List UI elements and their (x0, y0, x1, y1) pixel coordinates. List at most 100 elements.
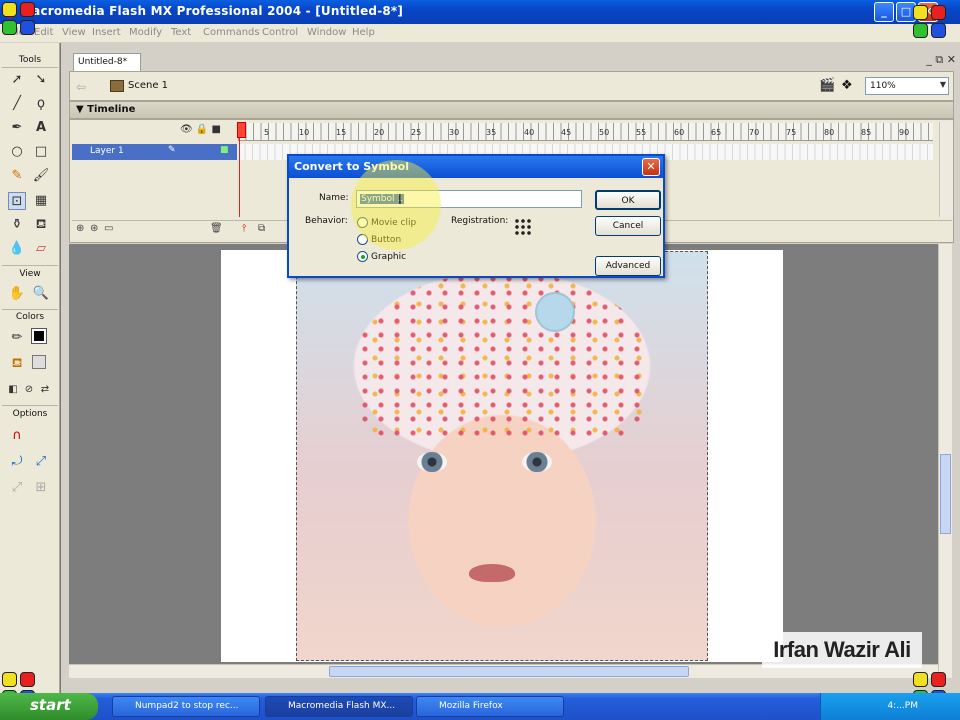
view-header: View (19, 269, 41, 279)
menu-window[interactable]: Window (307, 27, 346, 38)
snap-magnet-icon[interactable]: ∩ (8, 427, 26, 445)
document-tab[interactable]: Untitled-8* (73, 53, 141, 71)
radio-button[interactable]: Button (357, 234, 437, 248)
menu-control[interactable]: Control (262, 27, 298, 38)
add-motion-guide-icon[interactable]: ⊛ (90, 223, 98, 234)
tools-divider (2, 67, 58, 68)
name-label: Name: (319, 193, 349, 203)
timeline-label: Timeline (87, 104, 136, 115)
rectangle-tool-icon[interactable]: □ (32, 143, 50, 161)
eyedropper-tool-icon[interactable]: 💧 (8, 240, 26, 258)
advanced-button[interactable]: Advanced (595, 256, 661, 276)
menu-insert[interactable]: Insert (92, 27, 121, 38)
dialog-title: Convert to Symbol (289, 156, 663, 178)
minimize-button[interactable]: _ (874, 2, 894, 22)
dialog-close-button[interactable]: ✕ (642, 158, 660, 176)
zoom-tool-icon[interactable]: 🔍 (32, 285, 50, 303)
scene-clapper-icon (110, 80, 124, 92)
radio-circle-icon (357, 251, 368, 262)
taskbar-item[interactable]: Numpad2 to stop rec... (112, 696, 260, 717)
menu-view[interactable]: View (62, 27, 86, 38)
center-frame-icon[interactable]: ⫯ (242, 223, 246, 234)
back-arrow-icon[interactable]: ⇦ (76, 80, 86, 94)
frame-number: 60 (674, 128, 685, 137)
eraser-tool-icon[interactable]: ▱ (32, 240, 50, 258)
stroke-color-swatch[interactable] (31, 328, 47, 344)
zoom-dropdown[interactable]: 110% ▼ (865, 77, 949, 95)
timeline-scrollbar[interactable] (939, 122, 953, 217)
fill-color-icon[interactable]: ⛾ (8, 355, 26, 373)
taskbar: start Numpad2 to stop rec... Macromedia … (0, 693, 960, 720)
symbol-name-input[interactable]: Symbol 1 (356, 190, 582, 208)
distort-icon[interactable]: ⤢ (8, 479, 26, 497)
document-window-buttons[interactable]: _ ⧉ ✕ (926, 53, 956, 67)
child-photo-bitmap[interactable] (296, 251, 708, 661)
ok-button[interactable]: OK (595, 190, 661, 210)
radio-graphic[interactable]: Graphic (357, 251, 437, 265)
registration-label: Registration: (451, 216, 509, 226)
edit-symbols-icon[interactable]: ❖ (841, 78, 857, 94)
add-folder-icon[interactable]: ▭ (104, 223, 113, 234)
frame-ruler[interactable]: 1 5 10 15 20 25 30 35 40 45 50 55 60 65 … (238, 123, 933, 141)
taskbar-item-label: Numpad2 to stop rec... (135, 701, 239, 711)
timeline-header[interactable]: ▼ Timeline (69, 101, 954, 119)
subselect-tool-icon[interactable]: ➘ (32, 71, 50, 89)
scene-label[interactable]: Scene 1 (128, 80, 168, 91)
collapse-triangle-icon: ▼ (76, 104, 88, 115)
scale-icon[interactable]: ⤢ (32, 453, 50, 471)
options-header: Options (12, 409, 48, 419)
vertical-scrollbar[interactable] (938, 244, 952, 678)
fill-transform-tool-icon[interactable]: ▦ (32, 192, 50, 210)
oval-tool-icon[interactable]: ○ (8, 143, 26, 161)
playhead[interactable] (237, 122, 246, 217)
free-transform-tool-icon[interactable]: ⊡ (8, 192, 26, 210)
swap-colors-icon[interactable]: ⇄ (36, 381, 54, 399)
scroll-thumb[interactable] (940, 454, 951, 534)
ink-bottle-tool-icon[interactable]: ⚱ (8, 216, 26, 234)
menu-commands[interactable]: Commands (203, 27, 260, 38)
stroke-color-icon[interactable]: ✏ (8, 329, 26, 347)
taskbar-item[interactable]: Mozilla Firefox (416, 696, 564, 717)
envelope-icon[interactable]: ⊞ (32, 479, 50, 497)
pencil-tool-icon[interactable]: ✎ (8, 167, 26, 185)
layer-toggle-icons[interactable]: 👁 🔒 ■ (180, 124, 221, 135)
add-layer-icon[interactable]: ⊕ (76, 223, 84, 234)
taskbar-item[interactable]: Macromedia Flash MX... (265, 696, 413, 717)
pen-tool-icon[interactable]: ✒ (8, 119, 26, 137)
frame-number: 25 (411, 128, 422, 137)
frame-number: 40 (524, 128, 535, 137)
arrow-tool-icon[interactable]: ➚ (8, 71, 26, 89)
line-tool-icon[interactable]: ╱ (8, 95, 26, 113)
layer-color-box-icon[interactable]: ■ (220, 145, 229, 155)
tools-divider (2, 309, 58, 310)
mouth (469, 564, 515, 582)
taskbar-item-label: Macromedia Flash MX... (288, 701, 396, 711)
scroll-thumb[interactable] (329, 666, 689, 677)
brush-tool-icon[interactable]: 🖌 (32, 167, 50, 185)
frame-number: 70 (749, 128, 760, 137)
delete-layer-icon[interactable]: 🗑 (210, 223, 223, 234)
cancel-button[interactable]: Cancel (595, 216, 661, 236)
menu-text[interactable]: Text (171, 27, 191, 38)
edit-scene-icon[interactable]: 🎬 (819, 78, 835, 94)
radio-movie-clip[interactable]: Movie clip (357, 217, 437, 231)
behavior-label: Behavior: (305, 216, 348, 226)
lasso-tool-icon[interactable]: ϙ (32, 95, 50, 113)
menu-help[interactable]: Help (352, 27, 375, 38)
pencil-icon: ✎ (168, 145, 176, 155)
rotate-skew-icon[interactable]: ⤾ (8, 453, 26, 471)
start-button[interactable]: start (0, 693, 98, 720)
onion-skin-icon[interactable]: ⧉ (258, 223, 265, 234)
frame-number: 10 (299, 128, 310, 137)
radio-label: Movie clip (371, 218, 417, 228)
fill-color-swatch[interactable] (32, 355, 46, 369)
menu-modify[interactable]: Modify (129, 27, 162, 38)
frame-number: 90 (899, 128, 910, 137)
hand-tool-icon[interactable]: ✋ (8, 285, 26, 303)
layer-row[interactable]: Layer 1 ✎ ■ (72, 144, 237, 160)
registration-grid[interactable] (514, 218, 532, 236)
text-tool-icon[interactable]: A (32, 119, 50, 137)
paint-bucket-tool-icon[interactable]: ⛾ (32, 216, 50, 234)
right-eye (522, 452, 552, 472)
edit-bar: ⇦ Scene 1 🎬 ❖ 110% ▼ (69, 71, 954, 101)
